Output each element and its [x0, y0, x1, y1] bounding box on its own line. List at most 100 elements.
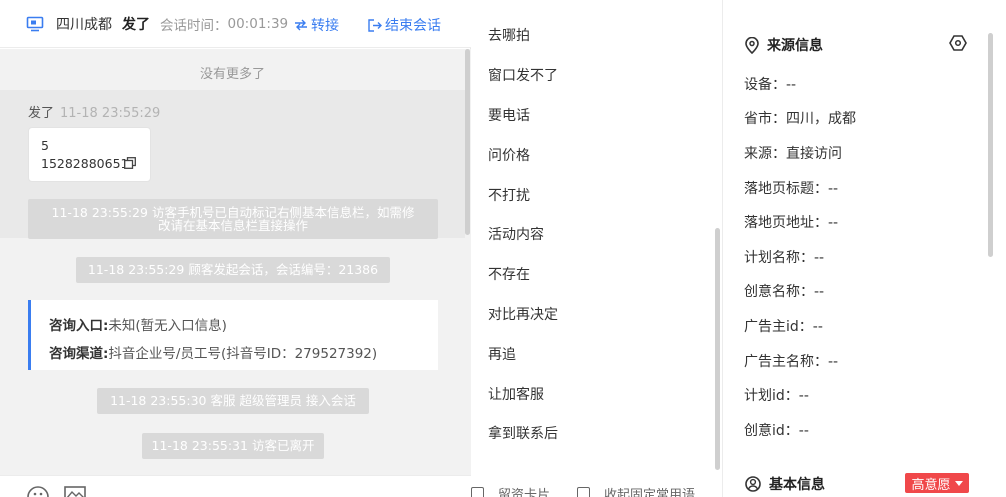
field-label: 省市：	[744, 111, 786, 127]
exit-icon	[368, 18, 382, 32]
consult-channel-key: 咨询渠道:	[49, 346, 109, 362]
info-scrollbar[interactable]	[988, 33, 993, 257]
consult-channel-value: 抖音企业号/员工号(抖音号ID：279527392)	[108, 346, 378, 362]
field-label: 设备：	[744, 77, 786, 93]
chat-scrollbar[interactable]	[465, 49, 470, 235]
session-time-value: 00:01:39	[227, 15, 289, 32]
info-field-plan-id: 计划id：--	[744, 385, 809, 405]
info-field-region: 省市：四川，成都	[744, 108, 856, 128]
eye-icon[interactable]	[949, 35, 967, 51]
field-label: 计划名称：	[744, 250, 814, 266]
source-info-title: 来源信息	[745, 35, 823, 55]
transfer-button[interactable]: 转接	[294, 15, 339, 35]
phrase-item[interactable]: 问价格	[488, 145, 530, 165]
system-notice: 11-18 23:55:29 访客手机号已自动标记右侧基本信息栏，如需修 改请在…	[28, 199, 438, 239]
phrase-item[interactable]: 拿到联系后	[488, 423, 558, 443]
message-line: 5	[41, 138, 49, 153]
collapse-phrases-button[interactable]: 收起固定常用语	[577, 484, 695, 497]
location-pin-icon	[745, 36, 759, 54]
field-label: 计划id：	[744, 388, 799, 404]
info-field-plan-name: 计划名称：--	[744, 247, 824, 267]
chat-panel: 四川成都 发了 会话时间： 00:01:39 转接 结束会话 没有更多了 发了 1…	[0, 0, 471, 497]
phrase-item[interactable]: 去哪拍	[488, 25, 530, 45]
system-notice: 11-18 23:55:30 客服 超级管理员 接入会话	[97, 388, 369, 414]
message-bubble: 5 15282880651	[28, 127, 151, 182]
consult-entry-value: 未知(暂无入口信息)	[108, 318, 227, 334]
visitor-location: 四川成都	[56, 16, 112, 33]
visitor-name: 发了	[122, 16, 150, 33]
field-value: --	[828, 181, 839, 197]
monitor-icon	[26, 15, 44, 33]
chat-messages[interactable]: 没有更多了 发了 11-18 23:55:29 5 15282880651 11-…	[0, 49, 471, 475]
info-field-landing-url: 落地页地址：--	[744, 212, 838, 232]
field-value: --	[798, 423, 809, 439]
transfer-label: 转接	[311, 18, 339, 34]
info-field-creative-id: 创意id：--	[744, 420, 809, 440]
message-timestamp: 11-18 23:55:29	[60, 106, 161, 121]
system-notice-line: 改请在基本信息栏直接操作	[157, 218, 308, 233]
quick-phrase-panel: 去哪拍 窗口发不了 要电话 问价格 不打扰 活动内容 不存在 对比再决定 再追 …	[471, 0, 723, 497]
image-icon[interactable]	[64, 486, 86, 497]
phrase-item[interactable]: 窗口发不了	[488, 65, 558, 85]
field-value: --	[828, 215, 839, 231]
phrase-item[interactable]: 不打扰	[488, 185, 530, 205]
user-circle-icon	[745, 476, 761, 492]
collapse-icon	[577, 487, 590, 497]
field-label: 广告主id：	[744, 319, 813, 335]
session-time-label: 会话时间：	[160, 17, 228, 34]
caret-down-icon	[954, 480, 963, 486]
visitor-info-panel: 来源信息 设备：-- 省市：四川，成都 来源：直接访问 落地页标题：-- 落地页…	[723, 0, 1006, 497]
intent-tag-dropdown[interactable]: 高意愿	[905, 473, 969, 493]
intent-tag-label: 高意愿	[911, 477, 951, 493]
basic-info-title: 基本信息	[745, 474, 825, 494]
field-value: --	[814, 284, 825, 300]
emoji-icon[interactable]	[27, 486, 49, 497]
basic-info-label: 基本信息	[769, 477, 825, 493]
field-value: --	[798, 388, 809, 404]
phrase-item[interactable]: 活动内容	[488, 224, 544, 244]
message-meta: 发了 11-18 23:55:29	[28, 102, 160, 121]
field-label: 落地页标题：	[744, 181, 828, 197]
lead-card-label: 留资卡片	[498, 488, 551, 497]
transfer-icon	[295, 19, 307, 31]
system-notice: 11-18 23:55:31 访客已离开	[142, 433, 324, 459]
phrase-item[interactable]: 不存在	[488, 264, 530, 284]
field-value: 四川，成都	[786, 111, 856, 127]
copy-icon[interactable]	[124, 157, 136, 169]
field-label: 来源：	[744, 146, 786, 162]
end-session-button[interactable]: 结束会话	[368, 15, 441, 35]
field-value: 直接访问	[786, 146, 842, 162]
field-label: 落地页地址：	[744, 215, 828, 231]
no-more-history: 没有更多了	[199, 67, 265, 82]
phrase-item[interactable]: 对比再决定	[488, 304, 558, 324]
info-field-advertiser-id: 广告主id：--	[744, 316, 823, 336]
field-value: --	[786, 77, 797, 93]
lead-card-button[interactable]: 留资卡片	[471, 484, 550, 497]
system-notice: 11-18 23:55:29 顾客发起会话，会话编号：21386	[76, 257, 390, 283]
info-field-source: 来源：直接访问	[744, 143, 842, 163]
field-value: --	[828, 354, 839, 370]
app-root: 四川成都 发了 会话时间： 00:01:39 转接 结束会话 没有更多了 发了 1…	[0, 0, 1006, 497]
card-icon	[471, 487, 484, 497]
phrase-scrollbar[interactable]	[715, 228, 720, 470]
phrase-item[interactable]: 让加客服	[488, 384, 544, 404]
info-field-creative-name: 创意名称：--	[744, 281, 824, 301]
phrase-item[interactable]: 要电话	[488, 105, 530, 125]
chat-toolbar	[0, 475, 471, 497]
info-field-device: 设备：--	[744, 74, 796, 94]
field-value: --	[812, 319, 823, 335]
field-label: 创意名称：	[744, 284, 814, 300]
field-label: 广告主名称：	[744, 354, 828, 370]
source-info-label: 来源信息	[767, 38, 823, 54]
end-session-label: 结束会话	[385, 18, 441, 34]
message-sender: 发了	[28, 106, 55, 121]
consult-info-card: 咨询入口:未知(暂无入口信息) 咨询渠道:抖音企业号/员工号(抖音号ID：279…	[28, 300, 438, 370]
consult-entry-key: 咨询入口:	[49, 318, 109, 334]
phrase-item[interactable]: 再追	[488, 344, 516, 364]
consult-entry-row: 咨询入口:未知(暂无入口信息)	[49, 312, 438, 340]
field-label: 创意id：	[744, 423, 799, 439]
info-field-advertiser-name: 广告主名称：--	[744, 351, 838, 371]
info-field-landing-title: 落地页标题：--	[744, 178, 838, 198]
field-value: --	[814, 250, 825, 266]
collapse-phrases-label: 收起固定常用语	[604, 488, 696, 497]
